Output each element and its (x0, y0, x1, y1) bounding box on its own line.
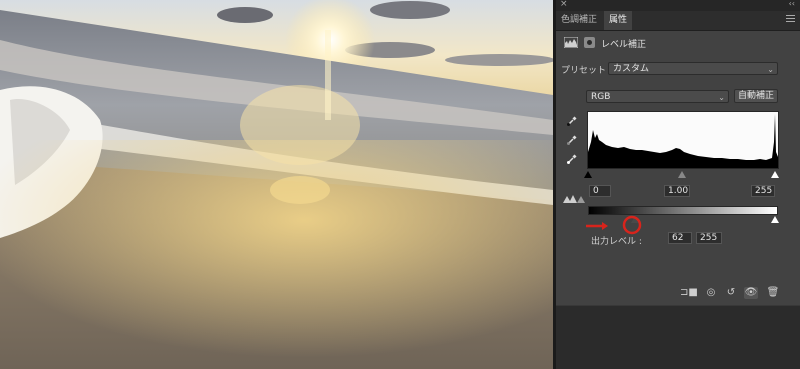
visibility-icon[interactable]: 👁︎ (744, 287, 758, 299)
input-levels-slider-icon (563, 195, 585, 203)
adjustment-title: レベル補正 (601, 40, 647, 50)
beach-sunset-image (0, 0, 553, 369)
panel-empty-area (556, 306, 800, 369)
reset-icon[interactable]: ↺ (724, 287, 738, 299)
highlight-input-slider-icon[interactable] (771, 171, 779, 178)
input-midtone-field[interactable]: 1.00 (664, 185, 690, 197)
tab-properties[interactable]: 属性 (604, 11, 633, 30)
input-highlight-field[interactable]: 255 (751, 185, 775, 197)
tab-adjustments[interactable]: 色調補正 (556, 11, 602, 30)
chevron-down-icon: ⌄ (767, 65, 774, 74)
levels-properties: レベル補正 プリセット : カスタム ⌄ RGB ⌄ 自動補正 0 1.00 2… (556, 31, 800, 305)
output-high-field[interactable]: 255 (696, 232, 722, 244)
preset-value: カスタム (613, 64, 650, 74)
output-levels-label: 出力レベル : (591, 237, 642, 247)
properties-panel: × ‹‹ 色調補正 属性 レベル補正 プリセット : カスタム ⌄ RGB ⌄ … (556, 0, 800, 369)
collapse-icon[interactable]: ‹‹ (789, 0, 795, 8)
clip-to-layer-icon[interactable]: ⊐■ (680, 287, 698, 299)
document-canvas-photo[interactable] (0, 0, 553, 369)
chevron-down-icon: ⌄ (718, 93, 725, 102)
preset-label: プリセット : (561, 66, 612, 76)
trash-icon[interactable]: 🗑︎ (766, 287, 780, 299)
white-eyedropper-icon[interactable] (566, 153, 578, 165)
channel-select[interactable]: RGB ⌄ (586, 90, 729, 103)
panel-menu-icon[interactable] (786, 15, 795, 23)
midtone-input-slider-icon[interactable] (678, 171, 686, 178)
layer-mask-icon[interactable] (584, 37, 595, 48)
auto-button[interactable]: 自動補正 (734, 89, 778, 103)
view-previous-icon[interactable]: ◎ (704, 287, 718, 299)
input-shadow-field[interactable]: 0 (589, 185, 611, 197)
output-levels-gradient (588, 206, 778, 215)
levels-histogram-icon (564, 37, 578, 48)
output-highlight-slider-icon[interactable] (771, 216, 779, 223)
gray-eyedropper-icon[interactable] (566, 134, 578, 146)
channel-value: RGB (591, 92, 611, 102)
histogram (588, 112, 778, 168)
panel-title-bar: × ‹‹ (556, 0, 800, 11)
panel-tabs: 色調補正 属性 (556, 11, 800, 31)
shadow-input-slider-icon[interactable] (584, 171, 592, 178)
preset-select[interactable]: カスタム ⌄ (608, 62, 778, 75)
black-eyedropper-icon[interactable] (566, 115, 578, 127)
close-icon[interactable]: × (560, 0, 568, 9)
output-low-field[interactable]: 62 (668, 232, 692, 244)
